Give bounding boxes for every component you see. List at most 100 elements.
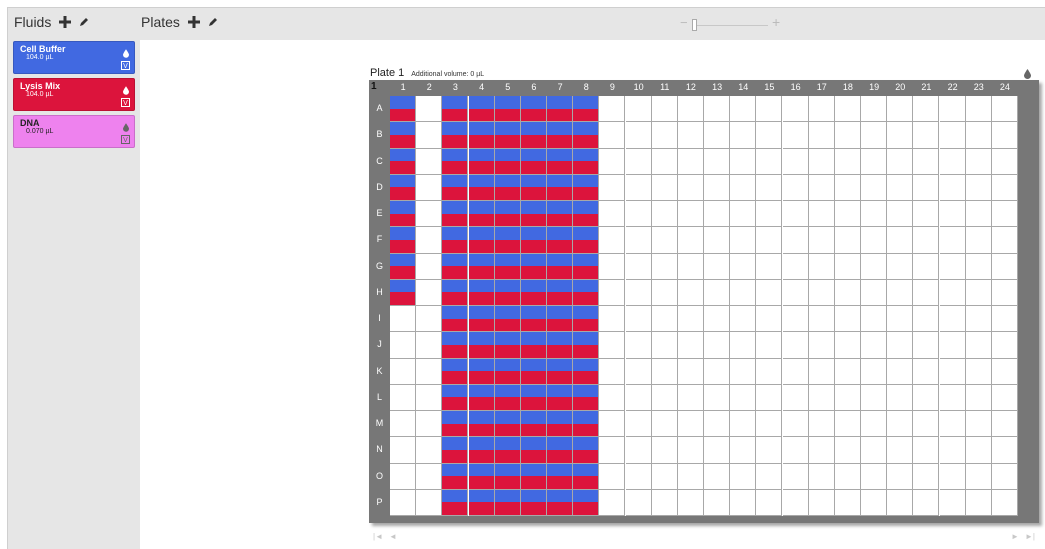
well-cell[interactable] (677, 358, 704, 385)
well-cell[interactable] (573, 122, 600, 149)
well-cell[interactable] (494, 437, 521, 464)
well-cell[interactable] (939, 253, 966, 280)
well-cell[interactable] (913, 227, 940, 254)
well-cell[interactable] (991, 227, 1018, 254)
well-cell[interactable] (808, 411, 835, 438)
well-cell[interactable] (442, 332, 469, 359)
well-cell[interactable] (547, 463, 574, 490)
well-cell[interactable] (651, 174, 678, 201)
well-cell[interactable] (390, 253, 417, 280)
well-cell[interactable] (416, 174, 443, 201)
well-cell[interactable] (677, 332, 704, 359)
well-cell[interactable] (991, 384, 1018, 411)
well-cell[interactable] (939, 463, 966, 490)
well-cell[interactable] (494, 489, 521, 516)
well-cell[interactable] (913, 489, 940, 516)
well-cell[interactable] (913, 174, 940, 201)
well-cell[interactable] (887, 411, 914, 438)
nav-prev-button[interactable]: ◄ (389, 532, 397, 541)
well-cell[interactable] (913, 201, 940, 228)
nav-last-button[interactable]: ►| (1025, 532, 1035, 541)
well-cell[interactable] (782, 279, 809, 306)
well-cell[interactable] (442, 489, 469, 516)
well-cell[interactable] (599, 306, 626, 333)
well-cell[interactable] (887, 463, 914, 490)
well-cell[interactable] (939, 384, 966, 411)
well-cell[interactable] (442, 122, 469, 149)
well-cell[interactable] (547, 489, 574, 516)
well-cell[interactable] (416, 411, 443, 438)
well-cell[interactable] (651, 201, 678, 228)
well-cell[interactable] (991, 201, 1018, 228)
well-cell[interactable] (782, 332, 809, 359)
well-cell[interactable] (442, 279, 469, 306)
fluid-card[interactable]: DNA 0.070 µL V (13, 115, 135, 148)
well-cell[interactable] (913, 411, 940, 438)
well-cell[interactable] (939, 174, 966, 201)
well-cell[interactable] (939, 437, 966, 464)
well-cell[interactable] (651, 306, 678, 333)
well-cell[interactable] (416, 306, 443, 333)
well-cell[interactable] (861, 201, 888, 228)
well-cell[interactable] (704, 332, 731, 359)
column-header[interactable]: 15 (756, 82, 782, 92)
well-cell[interactable] (782, 437, 809, 464)
well-cell[interactable] (625, 279, 652, 306)
well-cell[interactable] (808, 306, 835, 333)
well-cell[interactable] (677, 201, 704, 228)
row-header[interactable]: J (369, 339, 390, 349)
well-cell[interactable] (756, 227, 783, 254)
column-header[interactable]: 8 (573, 82, 599, 92)
column-header[interactable]: 14 (730, 82, 756, 92)
column-header[interactable]: 24 (992, 82, 1018, 92)
well-cell[interactable] (468, 96, 495, 123)
well-cell[interactable] (913, 463, 940, 490)
well-cell[interactable] (520, 306, 547, 333)
well-cell[interactable] (651, 279, 678, 306)
well-cell[interactable] (965, 148, 992, 175)
well-cell[interactable] (704, 306, 731, 333)
well-cell[interactable] (494, 122, 521, 149)
well-cell[interactable] (520, 332, 547, 359)
well-cell[interactable] (442, 227, 469, 254)
well-cell[interactable] (939, 489, 966, 516)
well-cell[interactable] (991, 358, 1018, 385)
well-cell[interactable] (677, 96, 704, 123)
well-cell[interactable] (573, 174, 600, 201)
well-cell[interactable] (704, 227, 731, 254)
well-cell[interactable] (861, 96, 888, 123)
well-cell[interactable] (416, 96, 443, 123)
well-cell[interactable] (965, 306, 992, 333)
well-cell[interactable] (651, 96, 678, 123)
well-cell[interactable] (965, 437, 992, 464)
well-cell[interactable] (730, 489, 757, 516)
well-cell[interactable] (756, 306, 783, 333)
row-header[interactable]: A (369, 103, 390, 113)
well-cell[interactable] (808, 122, 835, 149)
well-cell[interactable] (677, 384, 704, 411)
well-cell[interactable] (547, 332, 574, 359)
well-cell[interactable] (468, 201, 495, 228)
well-cell[interactable] (861, 148, 888, 175)
well-cell[interactable] (573, 411, 600, 438)
well-cell[interactable] (756, 96, 783, 123)
well-cell[interactable] (730, 148, 757, 175)
well-cell[interactable] (782, 174, 809, 201)
well-cell[interactable] (887, 201, 914, 228)
well-cell[interactable] (939, 358, 966, 385)
well-cell[interactable] (677, 253, 704, 280)
well-cell[interactable] (677, 306, 704, 333)
fluid-card[interactable]: Cell Buffer 104.0 µL V (13, 41, 135, 74)
well-cell[interactable] (468, 174, 495, 201)
well-cell[interactable] (939, 201, 966, 228)
well-cell[interactable] (756, 463, 783, 490)
well-cell[interactable] (704, 174, 731, 201)
well-cell[interactable] (808, 332, 835, 359)
well-cell[interactable] (834, 227, 861, 254)
well-cell[interactable] (965, 358, 992, 385)
well-cell[interactable] (416, 463, 443, 490)
well-cell[interactable] (520, 174, 547, 201)
well-cell[interactable] (704, 96, 731, 123)
well-cell[interactable] (625, 148, 652, 175)
well-cell[interactable] (442, 437, 469, 464)
